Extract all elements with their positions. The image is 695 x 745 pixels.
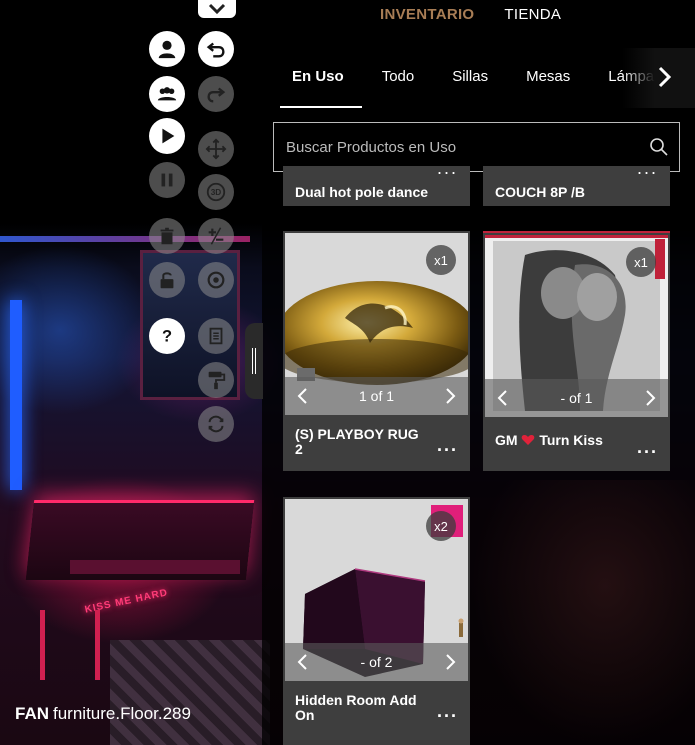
chevron-down-icon: [208, 3, 226, 15]
svg-text:?: ?: [162, 328, 172, 346]
tabs-next-button[interactable]: [655, 62, 675, 92]
pause-icon: [161, 173, 173, 187]
search-box: [273, 122, 680, 172]
rotate-button[interactable]: [198, 262, 234, 298]
play-icon: [162, 128, 175, 144]
product-card[interactable]: Dual hot pole dance ...: [283, 166, 470, 206]
search-input[interactable]: [286, 138, 639, 156]
variant-pager: - of 1: [485, 379, 668, 417]
tab-in-use[interactable]: En Uso: [292, 68, 344, 85]
help-button[interactable]: ?: [149, 318, 185, 354]
paint-button[interactable]: [198, 362, 234, 398]
more-options-button[interactable]: ...: [437, 701, 458, 722]
friends-button[interactable]: [149, 76, 185, 112]
quantity-badge: x1: [426, 245, 456, 275]
product-thumbnail: x2 - of 2: [285, 499, 468, 681]
undo-icon: [206, 42, 225, 58]
selected-item-prefix: FAN: [15, 704, 49, 723]
product-thumbnail: x1 - of 1: [485, 235, 668, 417]
search-icon[interactable]: [639, 127, 679, 167]
user-icon: [158, 40, 176, 59]
pager-text: - of 2: [360, 654, 393, 670]
lock-icon: [160, 272, 174, 289]
pause-button[interactable]: [149, 162, 185, 198]
product-name: COUCH 8P /B: [495, 184, 585, 200]
tab-store[interactable]: TIENDA: [504, 6, 561, 23]
panel-resize-handle[interactable]: [245, 323, 263, 399]
chevron-left-icon[interactable]: [495, 389, 511, 407]
chevron-left-icon[interactable]: [295, 653, 311, 671]
avatar-mode-button[interactable]: [149, 31, 185, 67]
rotate-icon: [207, 271, 225, 289]
chevron-left-icon[interactable]: [295, 387, 311, 405]
swap-icon: [208, 415, 224, 433]
delete-button[interactable]: [149, 218, 185, 254]
tab-tables[interactable]: Mesas: [526, 68, 570, 85]
more-options-button[interactable]: ...: [437, 166, 458, 179]
move-button[interactable]: [198, 131, 234, 167]
redo-icon: [207, 87, 226, 103]
pager-text: - of 1: [560, 390, 593, 406]
pager-text: 1 of 1: [358, 388, 395, 404]
plus-minus-icon: [208, 227, 224, 245]
product-card[interactable]: x1 - of 1 GM Turn Kiss ...: [483, 231, 670, 471]
tab-inventory[interactable]: INVENTARIO: [380, 6, 474, 23]
product-name-prefix: GM: [495, 432, 518, 448]
product-card[interactable]: x2 - of 2 Hidden Room Add On ...: [283, 497, 470, 745]
play-button[interactable]: [149, 118, 185, 154]
quantity-badge: x2: [426, 511, 456, 541]
more-options-button[interactable]: ...: [637, 166, 658, 179]
trash-icon: [160, 227, 174, 245]
redo-button[interactable]: [198, 76, 234, 112]
selected-item-label: FAN furniture.Floor.289: [15, 704, 191, 724]
help-icon: ?: [162, 328, 172, 346]
svg-text:3D: 3D: [211, 188, 222, 197]
scale-button[interactable]: [198, 218, 234, 254]
product-thumbnail: x1 1 of 1: [285, 233, 468, 415]
variant-pager: - of 2: [285, 643, 468, 681]
more-options-button[interactable]: ...: [437, 435, 458, 456]
undo-button[interactable]: [198, 31, 234, 67]
variant-pager: 1 of 1: [285, 377, 468, 415]
selected-item-name: furniture.Floor.289: [53, 704, 191, 723]
tab-all[interactable]: Todo: [382, 68, 415, 85]
top-nav: INVENTARIO TIENDA: [380, 6, 561, 23]
rotate-3d-icon: 3D: [206, 182, 226, 202]
chevron-right-icon[interactable]: [442, 653, 458, 671]
rotate-3d-button[interactable]: 3D: [198, 174, 234, 210]
product-card[interactable]: COUCH 8P /B ...: [483, 166, 670, 206]
move-icon: [205, 138, 227, 160]
layers-icon: [209, 327, 223, 345]
group-icon: [157, 87, 177, 101]
active-tab-indicator: [280, 106, 362, 108]
product-name: Turn Kiss: [539, 432, 603, 448]
lock-button[interactable]: [149, 262, 185, 298]
chevron-right-icon: [658, 66, 672, 88]
layers-button[interactable]: [198, 318, 234, 354]
chevron-right-icon[interactable]: [642, 389, 658, 407]
paint-roller-icon: [208, 371, 226, 390]
chevron-right-icon[interactable]: [442, 387, 458, 405]
product-name: Dual hot pole dance: [295, 184, 429, 200]
more-options-button[interactable]: ...: [637, 437, 658, 458]
quantity-badge: x1: [626, 247, 656, 277]
tab-chairs[interactable]: Sillas: [452, 68, 488, 85]
swap-button[interactable]: [198, 406, 234, 442]
collapse-toolbar-button[interactable]: [198, 0, 236, 18]
product-card[interactable]: x1 1 of 1 (S) PLAYBOY RUG 2 ...: [283, 231, 470, 471]
heart-icon: [522, 435, 535, 445]
